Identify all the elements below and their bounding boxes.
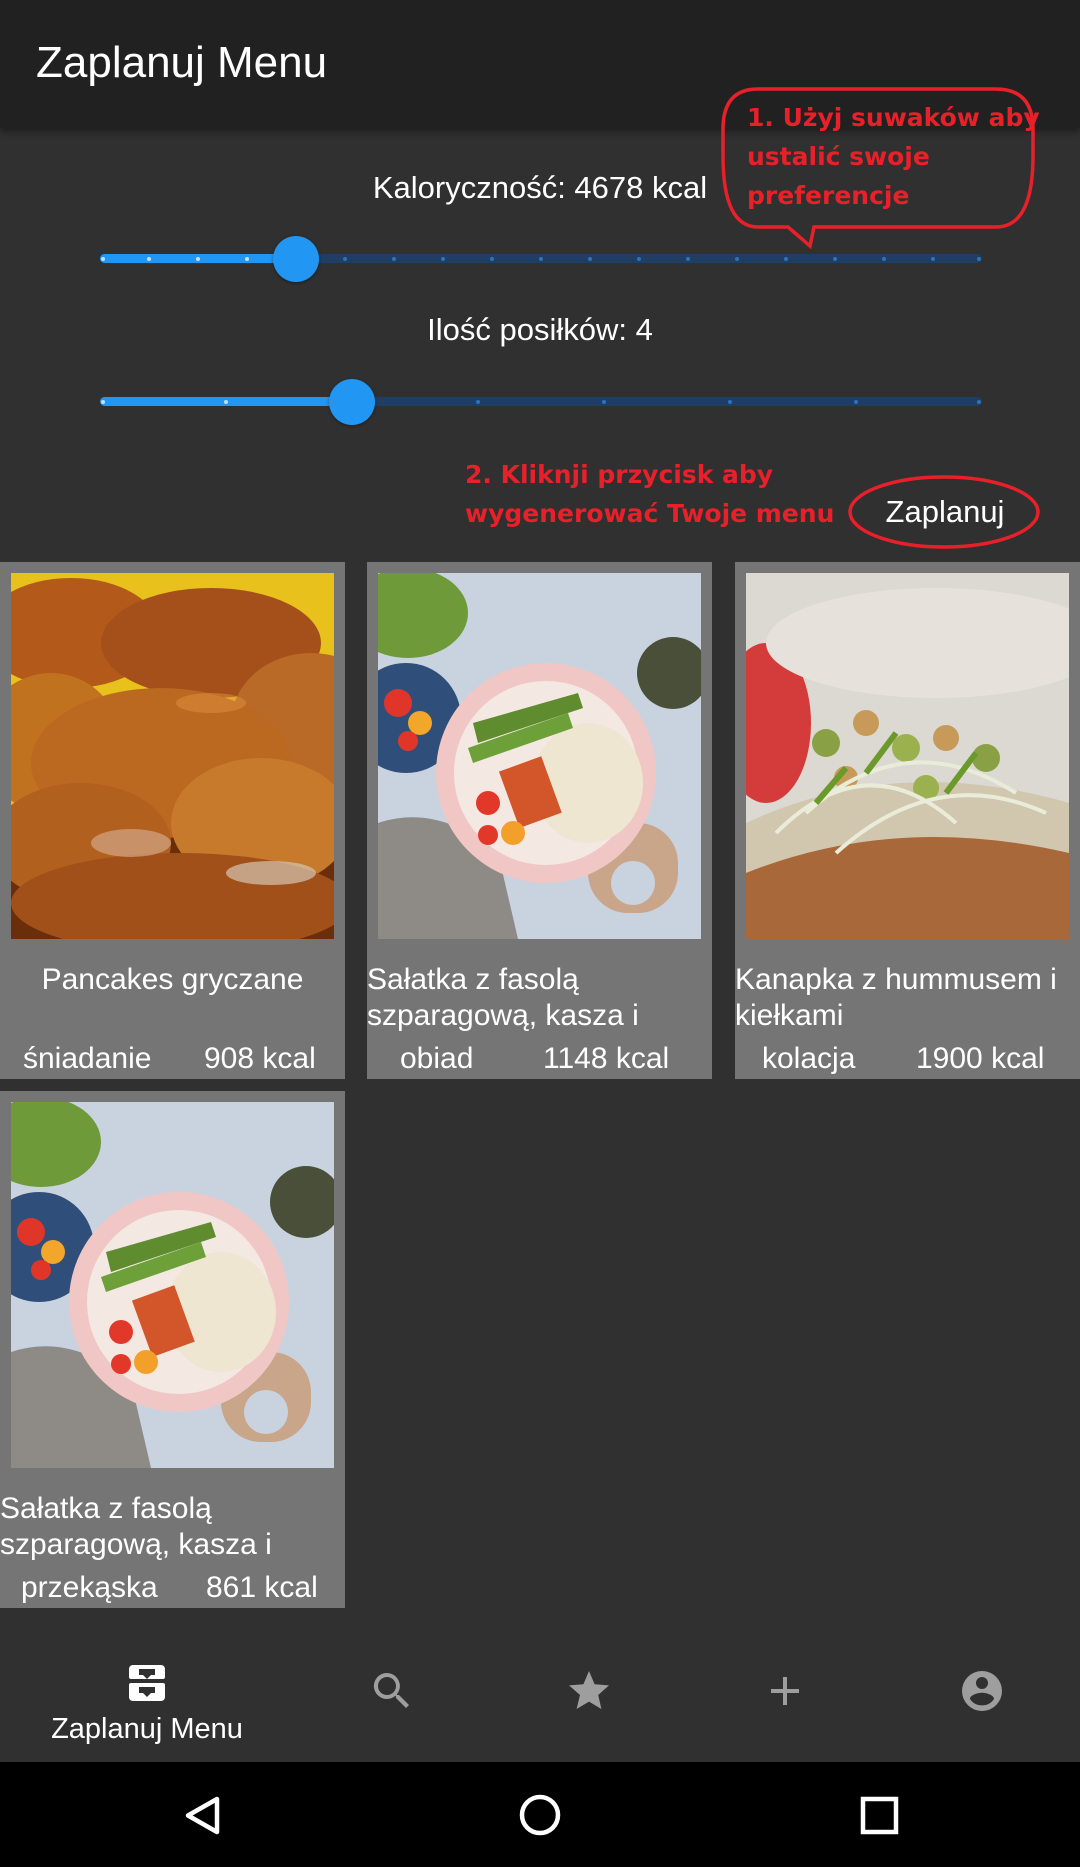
meal-card[interactable]: Kanapka z hummusem i kiełkami kolacja 19… (735, 562, 1080, 1079)
slider-tick (637, 256, 641, 261)
salad-bowl-image (11, 1102, 334, 1468)
annotation-step2-line1: 2. Kliknji przycisk aby (465, 460, 774, 489)
slider-tick (588, 256, 592, 261)
home-icon (519, 1794, 561, 1836)
nav-item-search[interactable] (294, 1631, 490, 1762)
slider-tick (784, 256, 788, 261)
slider-tick (224, 399, 228, 404)
meal-calories: 908 kcal (204, 1042, 316, 1075)
slider-tick (101, 399, 105, 404)
slider-tick (392, 256, 396, 261)
salad-bowl-image (378, 573, 701, 939)
meal-name: Kanapka z hummusem i kiełkami (735, 963, 1057, 1032)
annotation-step1: 1. Użyj suwaków aby ustalić swoje prefer… (747, 98, 1040, 215)
meal-calories: 1900 kcal (916, 1042, 1045, 1075)
annotation-step2-line2: wygenerować Twoje menu (465, 499, 835, 528)
system-back-button[interactable] (141, 1762, 261, 1867)
annotation-step2: 2. Kliknji przycisk aby wygenerować Twoj… (465, 455, 834, 533)
meal-type: kolacja (762, 1042, 856, 1075)
annotation-step1-line2: ustalić swoje (747, 142, 930, 171)
slider-tick (147, 256, 151, 261)
slider-tick (833, 256, 837, 261)
slider-tick (343, 256, 347, 261)
search-icon (373, 1673, 409, 1708)
nav-item-add[interactable] (687, 1631, 883, 1762)
meal-card[interactable]: Sałatka z fasolą szparagową, kasza i obi… (367, 562, 712, 1079)
annotation-step1-line1: 1. Użyj suwaków aby (747, 103, 1040, 132)
slider-tick (441, 256, 445, 261)
nav-label-plan-menu: Zaplanuj Menu (51, 1713, 243, 1745)
meal-type: śniadanie (23, 1042, 152, 1075)
meal-name: Sałatka z fasolą szparagową, kasza i (0, 1492, 272, 1561)
calorie-slider[interactable] (100, 235, 982, 282)
slider-tick (882, 256, 886, 261)
plan-button[interactable]: Zaplanuj (850, 477, 1040, 547)
meal-card[interactable]: Sałatka z fasolą szparagową, kasza i prz… (0, 1091, 345, 1608)
meal-card[interactable]: Pancakes gryczane śniadanie 908 kcal (0, 562, 345, 1079)
slider-tick (539, 256, 543, 261)
plan-menu-icon (129, 1665, 165, 1701)
bottom-navigation: Zaplanuj Menu (0, 1631, 1080, 1762)
nav-item-favorites[interactable] (491, 1631, 687, 1762)
slider-tick (686, 256, 690, 261)
meal-type: przekąska (21, 1571, 158, 1604)
meal-calories: 1148 kcal (543, 1042, 670, 1075)
slider-tick (735, 256, 739, 261)
slider-tick (728, 399, 732, 404)
system-navigation-bar (0, 1762, 1080, 1867)
annotation-step1-line3: preferencje (747, 181, 910, 210)
star-icon (569, 1671, 609, 1709)
slider-tick (977, 399, 981, 404)
account-icon (962, 1671, 1002, 1711)
meals-label-row: Ilość posiłków: 4 (0, 312, 1080, 348)
meals-slider-thumb[interactable] (329, 378, 376, 425)
meals-slider[interactable] (100, 378, 982, 425)
back-icon (185, 1796, 220, 1835)
add-icon (771, 1677, 799, 1705)
system-home-button[interactable] (480, 1762, 600, 1867)
meal-calories: 861 kcal (206, 1571, 318, 1604)
calorie-slider-thumb[interactable] (272, 235, 319, 282)
page-title: Zaplanuj Menu (36, 38, 328, 87)
system-recents-button[interactable] (820, 1762, 940, 1867)
nav-item-account[interactable] (884, 1631, 1080, 1762)
slider-tick (602, 399, 606, 404)
slider-tick (854, 399, 858, 404)
calorie-label: Kaloryczność: 4678 kcal (372, 170, 708, 205)
meals-label: Ilość posiłków: 4 (427, 312, 653, 347)
slider-tick (931, 256, 935, 261)
slider-tick (476, 399, 480, 404)
meal-name: Pancakes gryczane (41, 963, 304, 996)
meal-type: obiad (400, 1042, 474, 1075)
slider-tick (245, 256, 249, 261)
slider-tick (196, 256, 200, 261)
sandwich-image (746, 573, 1069, 939)
slider-tick (490, 256, 494, 261)
slider-tick (101, 256, 105, 261)
slider-tick (977, 256, 981, 261)
nav-item-plan-menu[interactable]: Zaplanuj Menu (49, 1631, 245, 1762)
meal-name: Sałatka z fasolą szparagową, kasza i (367, 963, 639, 1032)
recents-icon (860, 1796, 899, 1835)
pancakes-image (11, 573, 334, 939)
